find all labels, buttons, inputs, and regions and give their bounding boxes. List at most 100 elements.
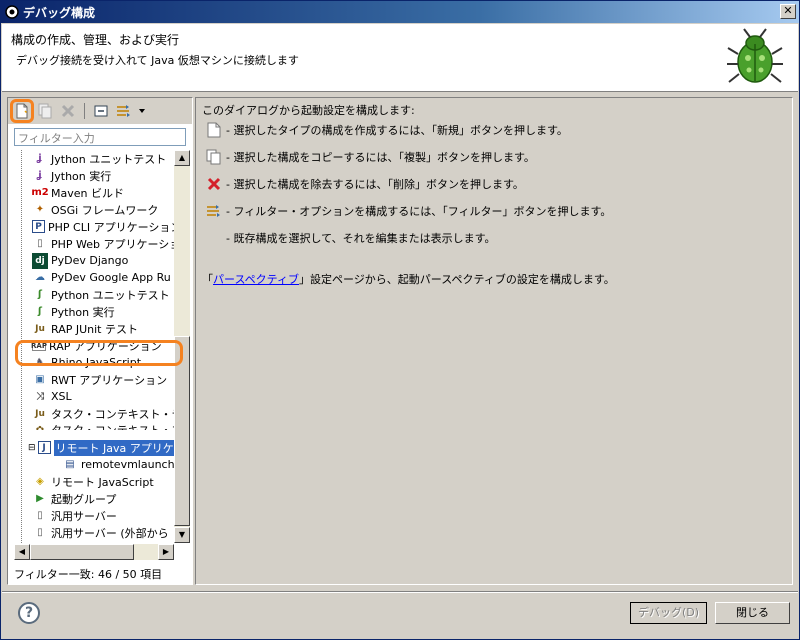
tree-item-django[interactable]: dj PyDev Django — [32, 252, 128, 269]
dropdown-arrow-icon — [139, 109, 145, 113]
tree-item-label: Jython ユニットテスト — [51, 152, 167, 166]
tree-horizontal-scrollbar[interactable]: ◀ ▶ — [14, 544, 174, 560]
tree-item-jython-run[interactable]: ʝ Jython 実行 — [32, 167, 111, 184]
xsl-icon: ⤨ — [36, 391, 44, 402]
config-toolbar — [8, 98, 192, 124]
maven-icon: m2 — [31, 187, 49, 198]
launch-group-icon: ▶ — [36, 493, 44, 504]
server-icon: ▯ — [37, 510, 43, 521]
hscroll-thumb[interactable] — [30, 544, 134, 560]
tree-item-osgi[interactable]: ✦ OSGi フレームワーク — [32, 201, 159, 218]
tree-item-task-test[interactable]: Ju タスク・コンテキスト・テスト — [32, 405, 174, 422]
scroll-right-button[interactable]: ▶ — [158, 544, 174, 560]
tree-item-server[interactable]: ▯ 汎用サーバー — [32, 507, 117, 524]
help-icon[interactable]: ? — [18, 602, 40, 624]
tree-item-label: リモート Java アプリケー — [53, 439, 174, 456]
tree-item-remote-js[interactable]: ◈ リモート JavaScript — [32, 473, 154, 490]
filter-input[interactable]: フィルター入力 — [14, 128, 186, 146]
blank-icon — [206, 230, 222, 246]
title-bar[interactable]: デバッグ構成 ✕ — [1, 1, 799, 23]
jython-run-icon: ʝ — [38, 170, 42, 181]
tree-item-label: 汎用サーバー (外部から — [51, 526, 169, 540]
collapse-all-icon — [94, 105, 108, 117]
scroll-left-button[interactable]: ◀ — [14, 544, 30, 560]
tree-item-php-web[interactable]: ▯ PHP Web アプリケーション — [32, 235, 174, 252]
perspective-link[interactable]: パースペクティブ — [213, 273, 299, 286]
filter-status: フィルター一致: 46 / 50 項目 — [14, 568, 163, 581]
tree-item-remote-java[interactable]: ⊟ J リモート Java アプリケー — [28, 439, 174, 456]
selection-highlight-outline — [15, 340, 183, 366]
instruction-text: - 選択した構成を除去するには、「削除」ボタンを押します。 — [226, 178, 524, 191]
new-config-button[interactable] — [10, 99, 34, 123]
task-test-icon: Ju — [35, 408, 45, 419]
instruction-delete: - 選択した構成を除去するには、「削除」ボタンを押します。 — [206, 176, 524, 192]
collapse-all-button[interactable] — [91, 101, 111, 121]
window-title: デバッグ構成 — [23, 5, 96, 20]
tree-item-label: 汎用サーバー — [51, 509, 117, 523]
tree-item-label: PHP Web アプリケーション — [51, 237, 174, 251]
tree-item-label: PyDev Django — [51, 254, 129, 267]
duplicate-icon — [206, 149, 222, 165]
tree-item-google-app[interactable]: ☁ PyDev Google App Ru — [32, 269, 171, 286]
task-plugin-icon: ✿ — [35, 424, 45, 431]
bottom-separator — [2, 591, 798, 593]
tree-item-label: PHP CLI アプリケーション — [48, 220, 174, 234]
scroll-down-button[interactable]: ▼ — [174, 527, 190, 543]
tree-item-remotevmlauncher[interactable]: ▤ remotevmlauncher — [62, 456, 174, 473]
remote-java-icon: J — [37, 441, 51, 454]
intro-text: このダイアログから起動設定を構成します: — [202, 104, 415, 117]
tree-item-launch-group[interactable]: ▶ 起動グループ — [32, 490, 116, 507]
tree-item-task-plugin[interactable]: ✿ タスク・コンテキスト・プラグ — [32, 422, 174, 430]
tree-item-label: RWT アプリケーション — [51, 373, 168, 387]
instruction-edit: - 既存構成を選択して、それを編集または表示します。 — [206, 230, 495, 246]
tree-item-php-cli[interactable]: P PHP CLI アプリケーション — [32, 218, 174, 235]
tree-item-maven[interactable]: m2 Maven ビルド — [31, 184, 124, 201]
tree-item-rwt[interactable]: ▣ RWT アプリケーション — [32, 371, 167, 388]
tree-item-python-test[interactable]: ʃ Python ユニットテスト — [32, 286, 170, 303]
tree-item-xsl[interactable]: ⤨ XSL — [32, 388, 72, 405]
delete-config-button[interactable] — [58, 101, 78, 121]
filter-menu-button[interactable] — [137, 101, 147, 121]
delete-icon — [61, 104, 75, 118]
tree-item-label: Python ユニットテスト — [51, 288, 170, 302]
debug-button[interactable]: デバッグ(D) — [630, 602, 707, 624]
tree-item-rap-junit[interactable]: Ju RAP JUnit テスト — [32, 320, 138, 337]
tree-item-label: remotevmlauncher — [81, 458, 174, 471]
tree-item-python-run[interactable]: ʃ Python 実行 — [32, 303, 115, 320]
tree-item-jython-test[interactable]: ʝ Jython ユニットテスト — [32, 150, 166, 167]
duplicate-config-button[interactable] — [35, 101, 55, 121]
launcher-icon: ▤ — [65, 459, 75, 470]
dialog-header: 構成の作成、管理、および実行 デバッグ接続を受け入れて Java 仮想マシンに接… — [2, 24, 798, 92]
filter-icon — [206, 203, 222, 219]
tree-item-label: Maven ビルド — [51, 186, 124, 200]
debug-bug-icon — [727, 28, 783, 83]
expand-toggle-icon: ⊟ — [28, 442, 36, 453]
tree-item-label: リモート JavaScript — [51, 475, 154, 489]
rwt-icon: ▣ — [35, 374, 45, 385]
google-app-icon: ☁ — [35, 272, 45, 283]
toolbar-separator — [84, 103, 85, 119]
close-button[interactable]: 閉じる — [715, 602, 790, 624]
scroll-up-button[interactable]: ▲ — [174, 150, 190, 166]
new-config-icon — [16, 103, 28, 119]
tree-item-label: XSL — [51, 390, 72, 403]
instruction-filter: - フィルター・オプションを構成するには、「フィルター」ボタンを押します。 — [206, 203, 611, 219]
instruction-text: - 選択したタイプの構成を作成するには、「新規」ボタンを押します。 — [226, 124, 568, 137]
tree-item-server-ext[interactable]: ▯ 汎用サーバー (外部から — [32, 524, 169, 541]
instruction-text: - フィルター・オプションを構成するには、「フィルター」ボタンを押します。 — [226, 205, 612, 218]
header-title: 構成の作成、管理、および実行 — [11, 33, 180, 47]
instructions-panel: このダイアログから起動設定を構成します: - 選択したタイプの構成を作成するには… — [195, 97, 793, 585]
tree-item-label: RAP JUnit テスト — [51, 322, 138, 336]
jython-test-icon: ʝ — [38, 153, 42, 164]
rap-junit-icon: Ju — [35, 323, 45, 334]
debug-config-dialog: デバッグ構成 ✕ 構成の作成、管理、および実行 デバッグ接続を受け入れて Jav… — [0, 0, 800, 640]
close-window-button[interactable]: ✕ — [780, 4, 796, 19]
filter-button[interactable] — [114, 101, 134, 121]
instruction-new: - 選択したタイプの構成を作成するには、「新規」ボタンを押します。 — [206, 122, 568, 138]
perspective-line: 「パースペクティブ」設定ページから、起動パースペクティブの設定を構成します。 — [202, 271, 615, 287]
tree-item-label: Python 実行 — [51, 305, 115, 319]
instruction-duplicate: - 選択した構成をコピーするには、「複製」ボタンを押します。 — [206, 149, 535, 165]
tree-item-label: タスク・コンテキスト・テスト — [51, 407, 174, 421]
tree-item-label: OSGi フレームワーク — [51, 203, 159, 217]
tree-item-label: 起動グループ — [51, 492, 117, 506]
